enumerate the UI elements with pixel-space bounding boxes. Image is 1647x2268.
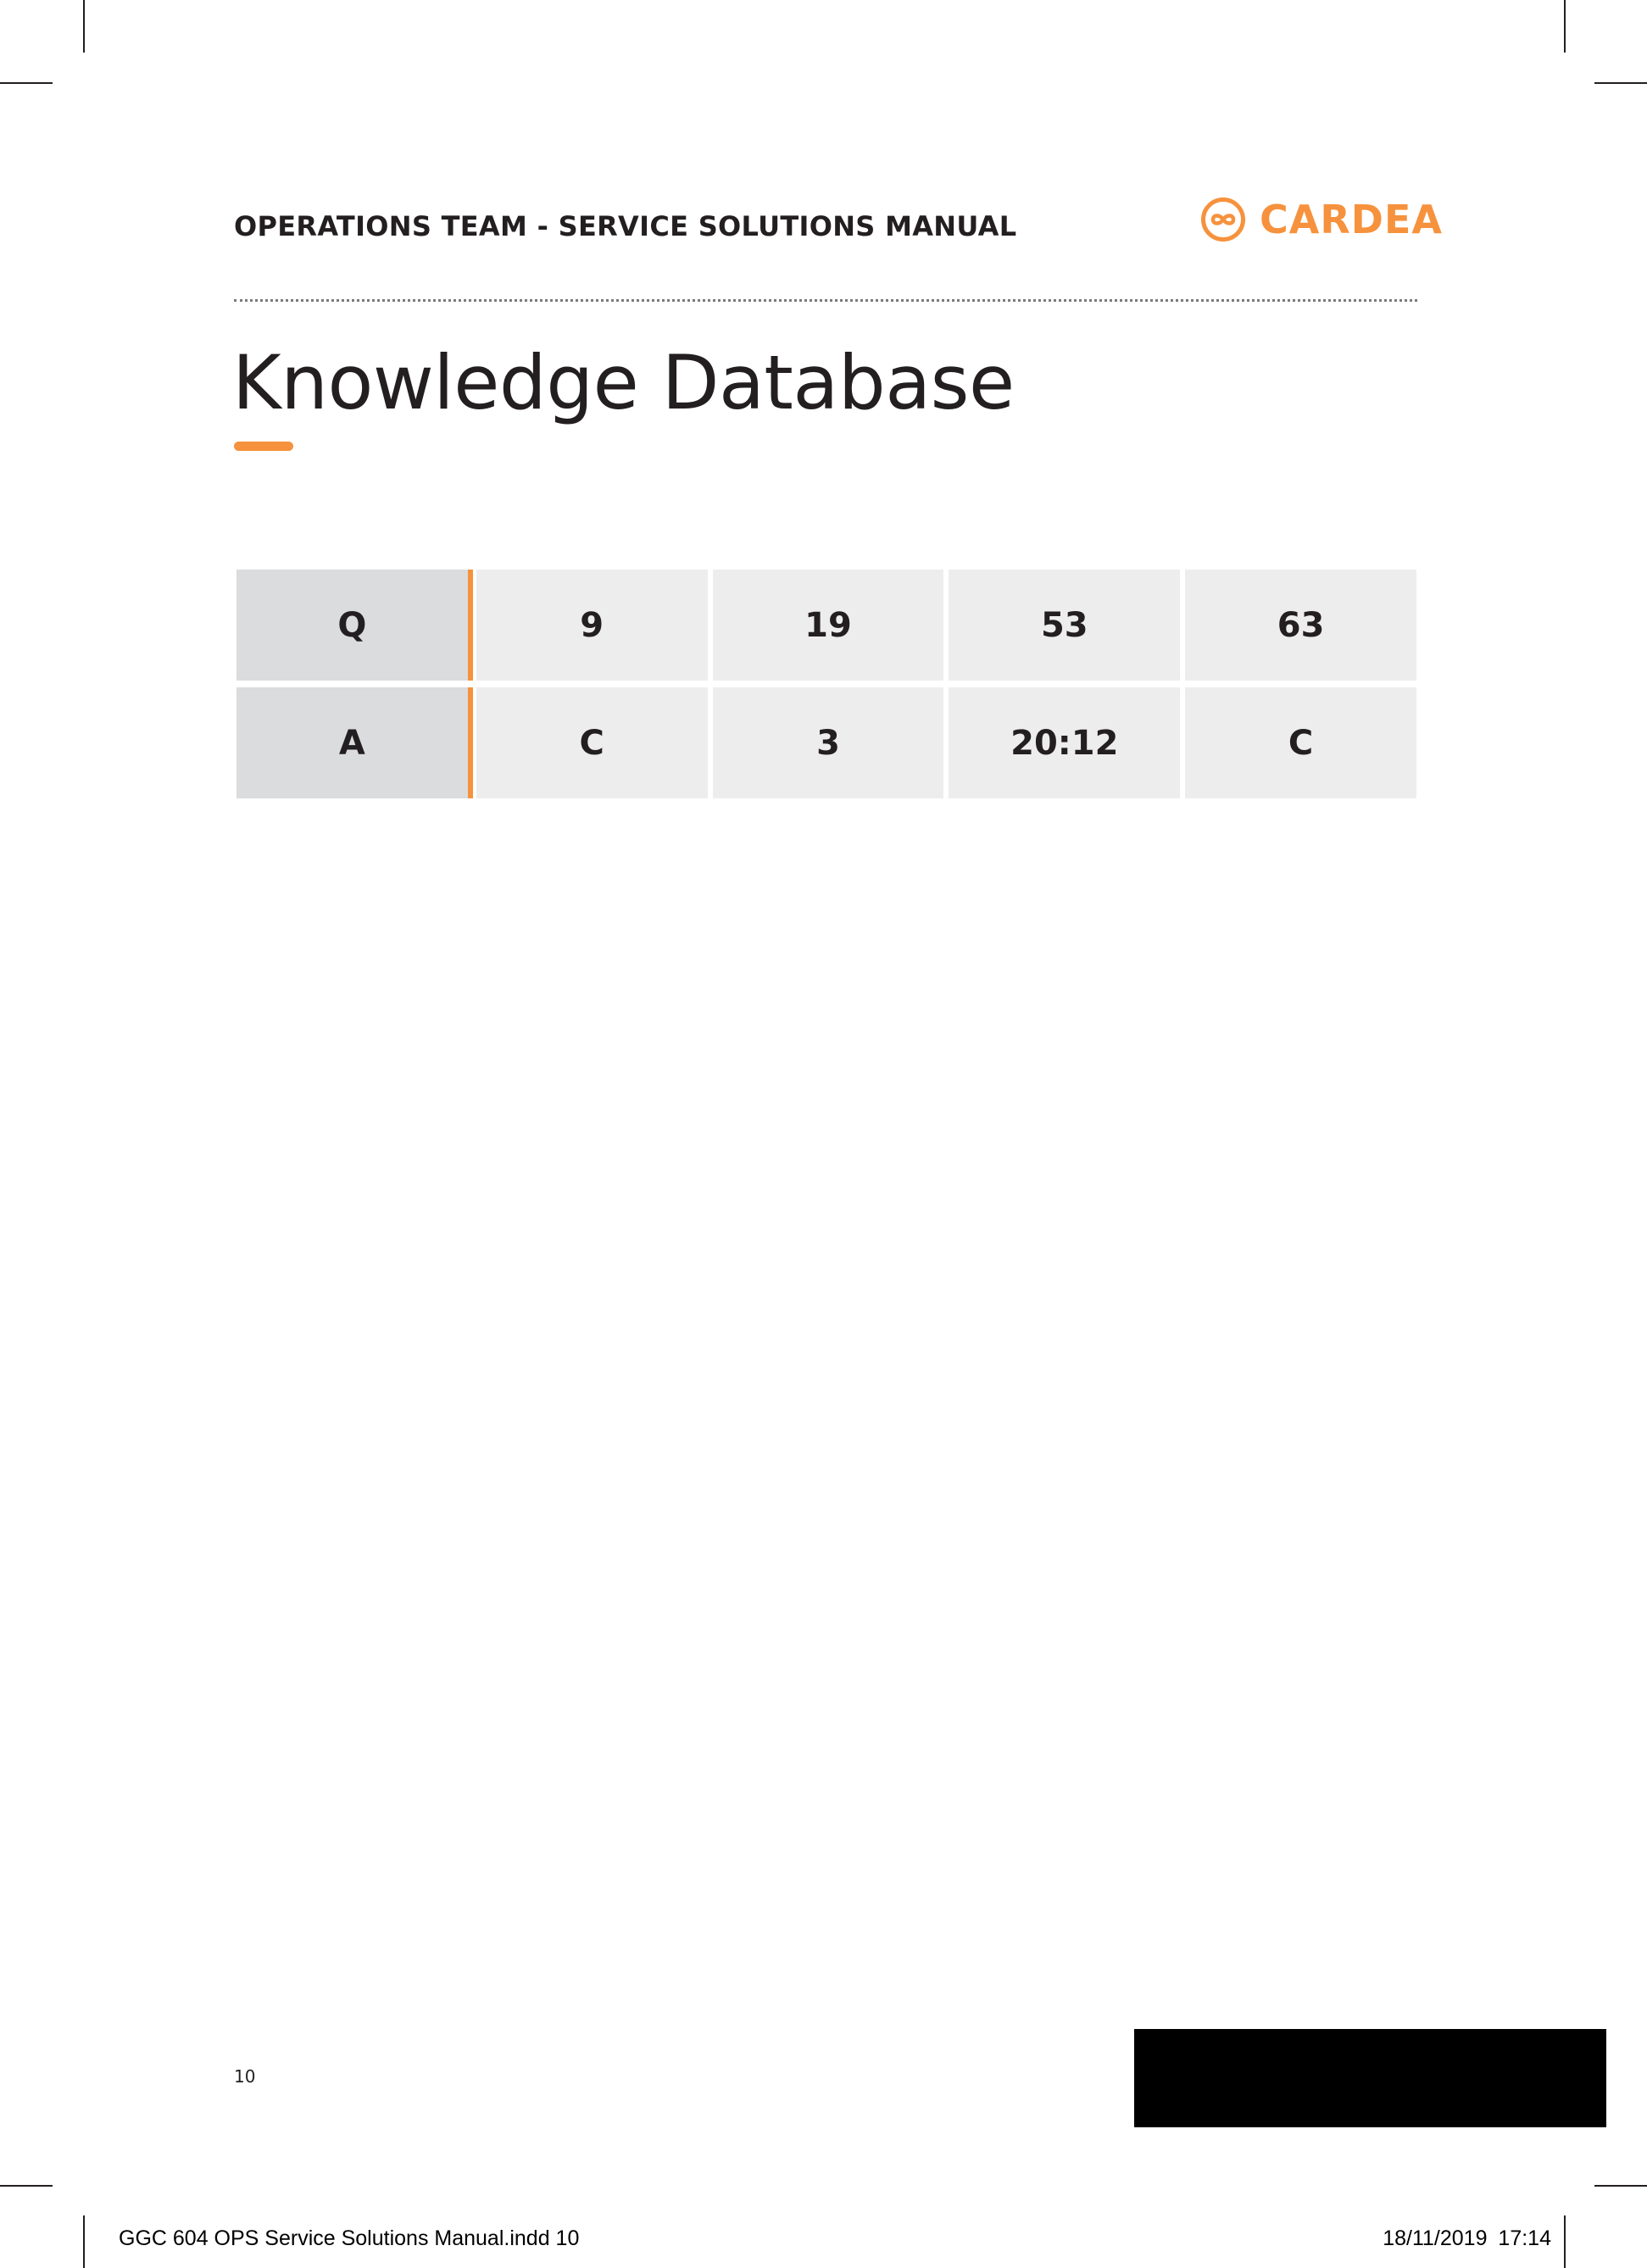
- page-number: 10: [234, 2066, 256, 2087]
- crop-mark: [1594, 82, 1647, 84]
- title-accent-bar: [234, 442, 293, 451]
- row-header-a: A: [236, 687, 473, 798]
- crop-mark: [1564, 2215, 1566, 2268]
- table-row-questions: Q 9 19 53 63: [236, 570, 1416, 681]
- crop-mark: [0, 82, 53, 84]
- table-cell: C: [1185, 687, 1416, 798]
- logo-text: CARDEA: [1260, 197, 1443, 242]
- crop-mark: [83, 2215, 85, 2268]
- crop-mark: [1564, 0, 1566, 53]
- header-divider: [234, 299, 1417, 302]
- table-row-answers: A C 3 20:12 C: [236, 687, 1416, 798]
- table-cell: 3: [712, 687, 944, 798]
- crop-mark: [0, 2185, 53, 2187]
- crop-mark: [1594, 2185, 1647, 2187]
- table-cell: 63: [1185, 570, 1416, 681]
- table-cell: 19: [712, 570, 944, 681]
- table-cell: 20:12: [949, 687, 1181, 798]
- slug-file-info: GGC 604 OPS Service Solutions Manual.ind…: [119, 2226, 580, 2250]
- row-header-q: Q: [236, 570, 473, 681]
- brand-logo: CARDEA: [1200, 197, 1443, 242]
- knowledge-table: Q 9 19 53 63 A C 3 20:12 C: [236, 570, 1416, 805]
- table-cell: C: [476, 687, 708, 798]
- table-cell: 53: [949, 570, 1181, 681]
- header-title: OPERATIONS TEAM - SERVICE SOLUTIONS MANU…: [234, 210, 1017, 242]
- crop-mark: [83, 0, 85, 53]
- table-cell: 9: [476, 570, 708, 681]
- page-title: Knowledge Database: [232, 339, 1015, 426]
- infinity-circle-icon: [1201, 197, 1245, 242]
- slug-timestamp: 18/11/2019 17:14: [1383, 2226, 1551, 2250]
- redaction-box: [1134, 2029, 1606, 2127]
